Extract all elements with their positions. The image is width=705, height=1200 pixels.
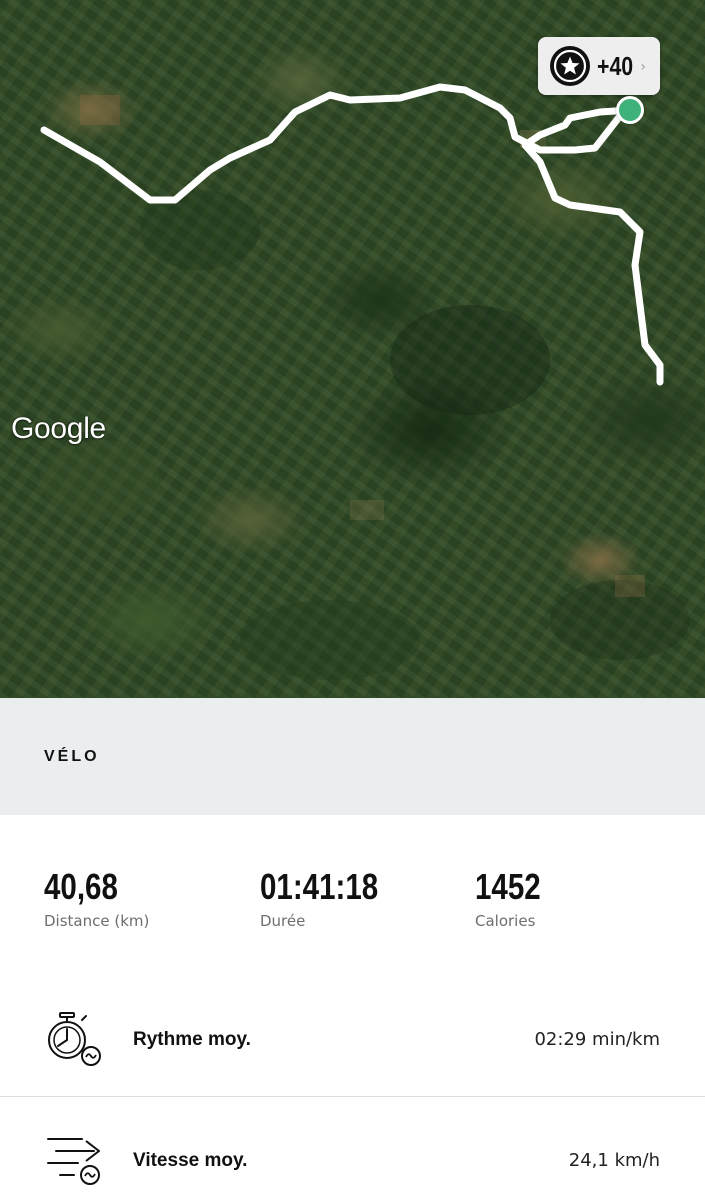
stat-value: 40,68 — [44, 866, 118, 907]
metric-value: 02:29 min/km — [534, 1029, 660, 1050]
stat-label: Distance (km) — [44, 912, 150, 930]
start-marker — [616, 96, 644, 124]
metric-row-pace[interactable]: Rythme moy. 02:29 min/km — [0, 990, 705, 1088]
achievements-count: +40 — [597, 51, 634, 81]
stat-label: Durée — [260, 912, 306, 930]
stat-duration: 01:41:18 Durée — [260, 866, 404, 930]
stat-label: Calories — [475, 912, 536, 930]
chevron-right-icon: › — [640, 59, 646, 75]
metric-label: Vitesse moy. — [133, 1150, 248, 1171]
metric-row-speed[interactable]: Vitesse moy. 24,1 km/h — [0, 1097, 705, 1195]
stat-calories: 1452 Calories — [475, 866, 555, 930]
metric-label: Rythme moy. — [133, 1029, 251, 1050]
activity-header: VÉLO — [0, 698, 705, 815]
stat-value: 1452 — [475, 866, 541, 907]
route-line — [40, 83, 690, 680]
speed-icon — [47, 1138, 100, 1185]
star-icon — [550, 46, 590, 86]
stat-distance: 40,68 Distance (km) — [44, 866, 149, 930]
google-logo: Google — [11, 412, 106, 445]
metric-value: 24,1 km/h — [568, 1150, 660, 1171]
activity-type: VÉLO — [44, 748, 100, 765]
stat-value: 01:41:18 — [260, 866, 379, 907]
achievements-badge[interactable]: +40 › — [538, 37, 660, 95]
route-map[interactable]: Google +40 › — [0, 0, 705, 698]
stopwatch-icon — [48, 1012, 101, 1066]
